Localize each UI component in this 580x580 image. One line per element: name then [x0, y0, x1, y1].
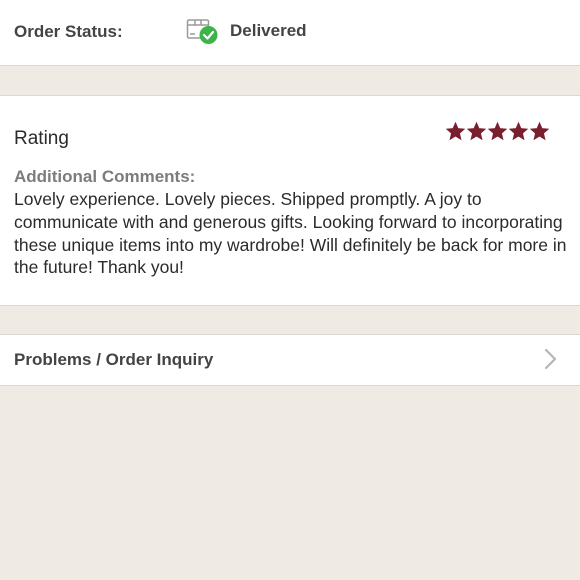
star-rating: [446, 122, 549, 141]
star-icon: [488, 122, 507, 141]
package-delivered-icon: [186, 16, 220, 46]
star-icon: [530, 122, 549, 141]
star-icon: [446, 122, 465, 141]
order-status-value: Delivered: [230, 21, 307, 40]
additional-comments-text: Lovely experience. Lovely pieces. Shippe…: [14, 189, 567, 278]
rating-label: Rating: [14, 128, 69, 149]
star-icon: [509, 122, 528, 141]
star-icon: [467, 122, 486, 141]
order-status-label: Order Status:: [14, 22, 123, 41]
chevron-right-icon[interactable]: [542, 348, 558, 370]
problems-order-inquiry-label[interactable]: Problems / Order Inquiry: [14, 350, 213, 370]
additional-comments-label: Additional Comments:: [14, 167, 196, 186]
